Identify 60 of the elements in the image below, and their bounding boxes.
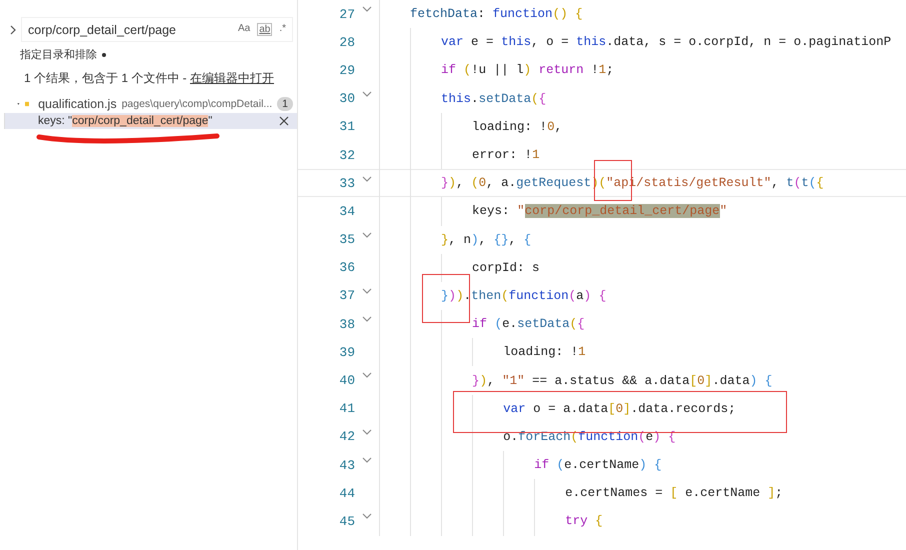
search-option-toggle[interactable]: .* <box>279 23 286 36</box>
code-line: })).then(function(a) { <box>379 282 606 310</box>
line-number: 35 <box>338 232 355 248</box>
search-option-toggle[interactable]: ab <box>257 23 272 36</box>
annotation-box <box>422 274 470 323</box>
fold-chevron-icon[interactable] <box>362 316 372 322</box>
fold-chevron-icon[interactable] <box>362 232 372 238</box>
open-in-editor-link[interactable]: 在编辑器中打开 <box>190 71 274 85</box>
line-number: 45 <box>338 514 355 529</box>
line-number: 28 <box>338 34 355 50</box>
code-line: loading: !1 <box>379 338 586 366</box>
code-line: try { <box>379 507 603 536</box>
fold-chevron-icon[interactable] <box>362 90 372 97</box>
toggle-dots-icon[interactable] <box>101 52 107 58</box>
code-line: var e = this, o = this.data, s = o.corpId, n = o.paginationP <box>379 28 892 56</box>
code-line: }), "1" == a.status && a.data[0].data) { <box>379 366 772 395</box>
code-line: var o = a.data[0].data.records; <box>379 394 736 423</box>
match-result[interactable]: keys: "corp/corp_detail_cert/page" <box>4 113 297 129</box>
close-icon[interactable] <box>279 116 289 126</box>
code-line: if (e.certName) { <box>379 451 662 480</box>
fold-chevron-icon[interactable] <box>362 372 372 378</box>
fold-chevron-icon[interactable] <box>362 176 372 182</box>
fold-chevron-icon[interactable] <box>362 513 372 520</box>
line-number: 30 <box>338 91 355 106</box>
code-line: error: !1 <box>379 140 540 170</box>
fold-chevron-icon[interactable] <box>362 428 372 435</box>
code-line: this.setData({ <box>379 84 546 113</box>
line-number: 43 <box>338 458 355 473</box>
line-number: 38 <box>338 316 355 332</box>
line-number: 40 <box>338 373 355 388</box>
include-exclude-toggle[interactable]: 指定目录和排除 <box>20 47 97 62</box>
code-line: fetchData: function() { <box>379 0 583 28</box>
line-number: 44 <box>338 486 355 501</box>
code-line: if (!u || l) return !1; <box>379 56 614 85</box>
code-line: corpId: s <box>379 254 540 282</box>
code-line: keys: "corp/corp_detail_cert/page" <box>379 197 728 226</box>
result-summary: 1 个结果，包含于 1 个文件中 - 在编辑器中打开 <box>23 70 276 87</box>
code-line: e.certNames = [ e.certName ]; <box>379 479 783 508</box>
code-line: }, n), {}, { <box>379 226 532 254</box>
line-number: 33 <box>338 176 355 191</box>
code-line: loading: !0, <box>379 112 562 141</box>
line-number: 27 <box>338 6 355 22</box>
line-number: 42 <box>338 429 355 444</box>
search-field[interactable]: corp/corp_detail_cert/page Aa ab .* <box>21 17 293 42</box>
fold-chevron-icon[interactable] <box>362 288 372 294</box>
count-badge: 1 <box>277 97 293 111</box>
fold-chevron-icon[interactable] <box>362 6 372 12</box>
line-number: 31 <box>338 119 355 134</box>
line-number: 41 <box>338 401 355 416</box>
file-result[interactable]: qualification.js pages\query\comp\compDetail... 1 <box>0 87 297 111</box>
search-option-toggle[interactable]: Aa <box>238 23 250 36</box>
chevron-icon[interactable] <box>9 24 17 36</box>
line-number: 29 <box>338 62 355 78</box>
line-number: 39 <box>338 344 355 360</box>
fold-chevron-icon[interactable] <box>362 457 372 463</box>
line-number: 36 <box>338 260 355 276</box>
line-number: 32 <box>338 148 355 163</box>
line-number: 34 <box>338 204 355 219</box>
line-number: 37 <box>338 288 355 304</box>
code-line: if (e.setData({ <box>379 310 585 338</box>
